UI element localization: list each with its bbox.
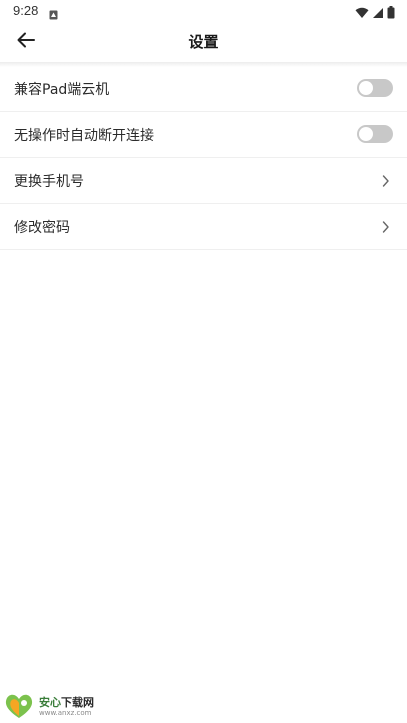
settings-screen: 9:28 设置 兼容Pad端云机 无操作时自动断开连接 更换手机号 修改密码 安… xyxy=(0,0,407,723)
setting-label: 更换手机号 xyxy=(14,174,84,190)
page-title: 设置 xyxy=(188,33,219,51)
status-time: 9:28 xyxy=(13,3,39,18)
setting-label: 无操作时自动断开连接 xyxy=(14,128,154,144)
auto-disconnect-toggle[interactable] xyxy=(357,125,393,143)
setting-row-change-phone[interactable]: 更换手机号 xyxy=(0,158,407,204)
watermark-brand: 安心下载网 xyxy=(39,696,94,709)
watermark: 安心下载网 www.anxz.com xyxy=(3,692,113,720)
toggle-knob xyxy=(359,81,373,95)
battery-icon xyxy=(387,4,395,23)
setting-row-auto-disconnect: 无操作时自动断开连接 xyxy=(0,112,407,158)
toggle-knob xyxy=(359,127,373,141)
setting-row-pad-compat: 兼容Pad端云机 xyxy=(0,66,407,112)
setting-label: 修改密码 xyxy=(14,220,70,236)
watermark-url: www.anxz.com xyxy=(39,709,92,717)
settings-list: 兼容Pad端云机 无操作时自动断开连接 更换手机号 修改密码 xyxy=(0,66,407,250)
heart-leaf-logo xyxy=(3,692,35,723)
wifi-icon xyxy=(355,4,369,23)
app-bar: 设置 xyxy=(0,22,407,62)
status-icons xyxy=(355,4,395,23)
chevron-right-icon xyxy=(382,219,390,233)
setting-row-change-password[interactable]: 修改密码 xyxy=(0,204,407,250)
signal-icon xyxy=(372,4,384,23)
setting-label: 兼容Pad端云机 xyxy=(14,82,110,98)
status-bar: 9:28 xyxy=(0,0,407,22)
chevron-right-icon xyxy=(382,173,390,187)
pad-compat-toggle[interactable] xyxy=(357,79,393,97)
